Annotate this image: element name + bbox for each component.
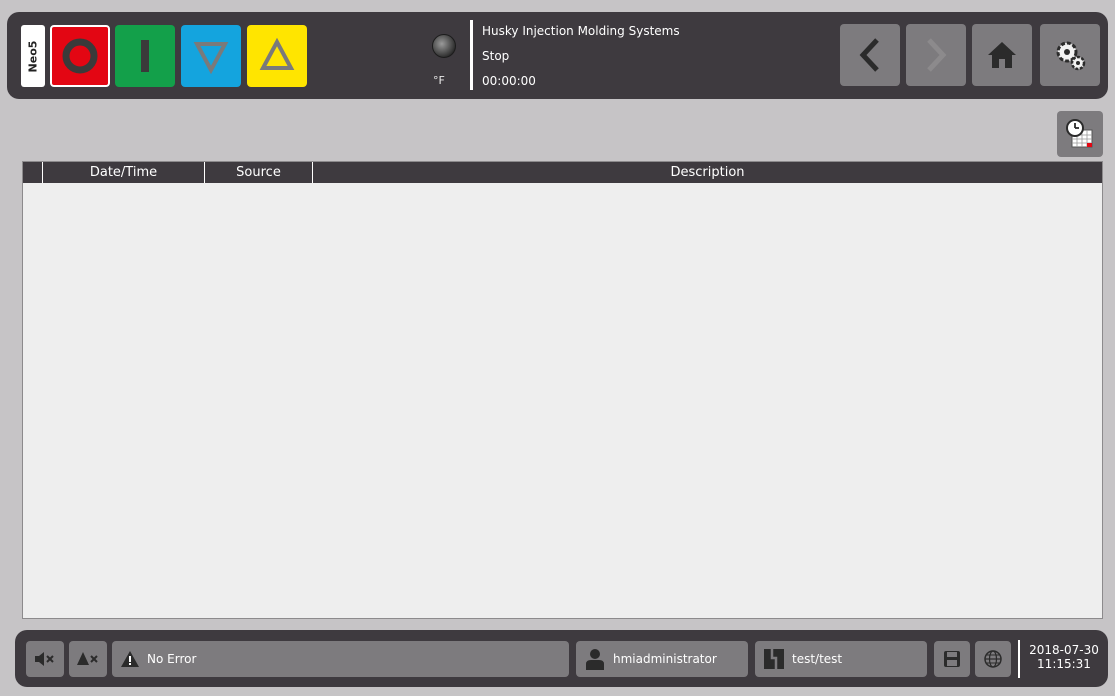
clock-calendar-icon [1066,119,1093,148]
mold-name: test/test [792,652,843,666]
machine-state: Stop [482,49,510,63]
alarm-status-label: No Error [147,652,197,666]
globe-icon [984,650,1002,668]
warning-icon [121,651,139,667]
machine-tag-label: Neo5 [26,40,40,72]
machine-tag: Neo5 [21,25,45,87]
floppy-disk-icon [944,651,960,667]
gears-icon [1056,41,1086,71]
down-mode-button[interactable] [181,25,241,87]
clock-divider [1018,640,1020,678]
mute-alarm-button[interactable] [26,641,64,677]
status-divider [470,20,473,90]
user-icon [586,649,604,670]
clock-date: 2018-07-30 [1029,643,1099,657]
mold-icon [764,649,784,669]
bottom-status-bar: No Error hmiadministrator test/test 2018… [15,630,1108,687]
run-mode-button[interactable] [115,25,175,87]
column-header-select[interactable] [23,162,43,183]
company-name: Husky Injection Molding Systems [482,24,680,38]
home-icon [988,42,1016,68]
system-clock: 2018-07-30 11:15:31 [1025,643,1103,671]
column-header-description[interactable]: Description [313,162,1102,183]
save-button[interactable] [934,641,970,677]
stop-icon [62,38,98,74]
mold-setup-button[interactable]: test/test [755,641,927,677]
chevron-right-icon [927,38,947,72]
acknowledge-alarms-button[interactable] [69,641,107,677]
user-name: hmiadministrator [613,652,717,666]
home-button[interactable] [972,24,1032,86]
triangle-up-icon [259,37,295,70]
triangle-down-icon [193,42,229,75]
clock-time: 11:15:31 [1037,657,1091,671]
column-header-date-time[interactable]: Date/Time [43,162,205,183]
settings-button[interactable] [1040,24,1100,86]
alarm-status-button[interactable]: No Error [112,641,569,677]
cycle-time: 00:00:00 [482,74,536,88]
speaker-mute-icon [35,652,54,666]
run-icon [141,40,149,72]
back-button[interactable] [840,24,900,86]
status-lamp-icon [432,34,456,58]
user-button[interactable]: hmiadministrator [576,641,748,677]
chevron-left-icon [859,38,879,72]
warning-clear-icon [77,652,98,665]
top-bar: Neo5 °F Husky Injection Molding Systems … [7,12,1108,99]
event-log-table[interactable]: Date/Time Source Description [22,161,1103,619]
table-header: Date/Time Source Description [23,162,1102,183]
history-filter-button[interactable] [1057,111,1103,157]
column-header-source[interactable]: Source [205,162,313,183]
up-mode-button[interactable] [247,25,307,87]
stop-mode-button[interactable] [50,25,110,87]
temperature-unit: °F [433,74,445,87]
forward-button[interactable] [906,24,966,86]
language-button[interactable] [975,641,1011,677]
